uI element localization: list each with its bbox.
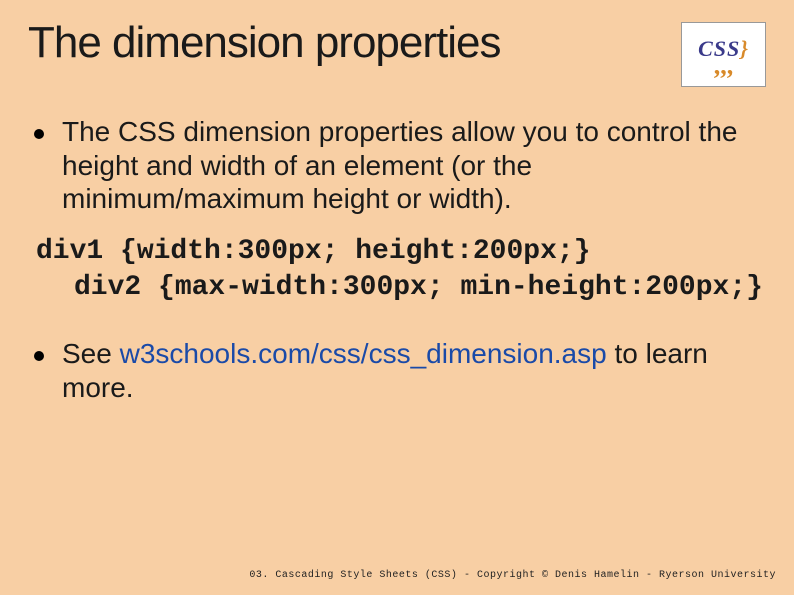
link-text: w3schools.com/css/css_dimension.asp [120, 338, 607, 369]
code-line: div1 {width:300px; height:200px;} [36, 234, 766, 270]
bullet-icon [34, 129, 44, 139]
slide: The dimension properties CSS} ,,, The CS… [0, 0, 794, 595]
logo-commas: ,,, [714, 58, 734, 74]
bullet-item: The CSS dimension properties allow you t… [28, 115, 766, 216]
footer-text: 03. Cascading Style Sheets (CSS) - Copyr… [249, 570, 776, 581]
page-title: The dimension properties [28, 18, 500, 68]
code-line: div2 {max-width:300px; min-height:200px;… [36, 270, 766, 306]
text-prefix: See [62, 338, 120, 369]
code-block: div1 {width:300px; height:200px;} div2 {… [28, 234, 766, 306]
logo-brace: } [740, 36, 749, 61]
content: The CSS dimension properties allow you t… [28, 115, 766, 405]
bullet-icon [34, 351, 44, 361]
bullet-text: The CSS dimension properties allow you t… [62, 115, 766, 216]
bullet-item: See w3schools.com/css/css_dimension.asp … [28, 337, 766, 404]
css-logo: CSS} ,,, [681, 22, 766, 87]
header: The dimension properties CSS} ,,, [28, 18, 766, 87]
bullet-text: See w3schools.com/css/css_dimension.asp … [62, 337, 766, 404]
